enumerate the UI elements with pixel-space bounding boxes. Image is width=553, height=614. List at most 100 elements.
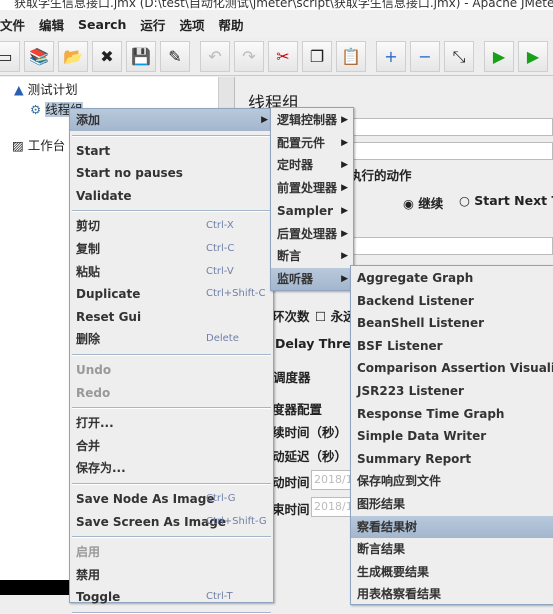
menu-item-label: 打开... [76, 416, 114, 431]
menu-item-summary-report[interactable]: Summary Report [351, 448, 553, 470]
menu-item-label: JSR223 Listener [357, 384, 464, 398]
menu-item-剪切[interactable]: 剪切 Ctrl-X [70, 215, 273, 237]
save-button[interactable]: 💾 [126, 41, 156, 72]
tree-node-test-plan[interactable]: ▲ 测试计划 [14, 79, 78, 98]
menu-item-监听器[interactable]: 监听器 ▶ [271, 267, 353, 290]
menu-item-validate[interactable]: Validate [70, 185, 273, 207]
menu-item-bsf-listener[interactable]: BSF Listener [351, 335, 553, 357]
submenu-arrow-icon: ▶ [341, 205, 348, 216]
menu-item-reset-gui[interactable]: Reset Gui [70, 306, 273, 328]
collapse-button[interactable]: − [410, 41, 440, 72]
menu-item-toggle[interactable]: Toggle Ctrl-T [70, 586, 273, 608]
tree-node-workbench[interactable]: ▨ 工作台 [12, 135, 65, 154]
menu-item-用表格察看结果[interactable]: 用表格察看结果 [351, 583, 553, 605]
menu-item-添加[interactable]: 添加 ▶ [70, 109, 273, 131]
submenu-arrow-icon: ▶ [341, 273, 348, 284]
menu-item-打开[interactable]: 打开... [70, 412, 273, 434]
start-no-pause-button[interactable]: ▶ [518, 41, 548, 72]
name-field[interactable] [353, 118, 553, 136]
submenu-arrow-icon: ▶ [341, 228, 348, 239]
menu-item-断言结果[interactable]: 断言结果 [351, 538, 553, 560]
menu-item-复制[interactable]: 复制 Ctrl-C [70, 238, 273, 260]
menu-item-redo[interactable]: Redo [70, 382, 273, 404]
copy-button[interactable]: ❐ [302, 41, 332, 72]
paste-icon: 📋 [341, 47, 361, 66]
menu-item-察看结果树[interactable]: 察看结果树 [351, 515, 553, 538]
menu-item-label: Undo [76, 363, 112, 377]
menu-item-save-screen-as-image[interactable]: Save Screen As Image Ctrl+Shift-G [70, 511, 273, 533]
menu-item-start[interactable]: Start [70, 140, 273, 162]
menu-item-粘贴[interactable]: 粘贴 Ctrl-V [70, 261, 273, 283]
radio-continue[interactable]: ◉ 继续 [403, 193, 443, 212]
menu-item-start-no-pauses[interactable]: Start no pauses [70, 162, 273, 184]
menu-编辑[interactable]: 编辑 [39, 15, 64, 34]
templates-button[interactable]: 📚 [24, 41, 54, 72]
submenu-arrow-icon: ▶ [261, 115, 268, 125]
menu-item-comparison-assertion-visualizer[interactable]: Comparison Assertion Visualizer [351, 357, 553, 379]
redo-button[interactable]: ↷ [234, 41, 264, 72]
toggle-button[interactable]: ⤡ [444, 41, 474, 72]
menu-item-label: 图形结果 [357, 497, 406, 511]
menu-item-response-time-graph[interactable]: Response Time Graph [351, 403, 553, 425]
open-button[interactable]: 📂 [58, 41, 88, 72]
menu-item-定时器[interactable]: 定时器 ▶ [271, 154, 353, 176]
scheduler-checkbox[interactable]: 调度器 [273, 367, 311, 386]
menu-帮助[interactable]: 帮助 [218, 15, 243, 34]
start-time-field[interactable]: 2018/1 [311, 470, 353, 490]
menu-item-禁用[interactable]: 禁用 [70, 564, 273, 586]
menu-item-配置元件[interactable]: 配置元件 ▶ [271, 132, 353, 154]
menu-item-label: Response Time Graph [357, 406, 505, 421]
shortcut-label: Ctrl-X [206, 220, 234, 232]
save-as-button[interactable]: ✎ [160, 41, 190, 72]
end-time-field[interactable]: 2018/1 [311, 497, 353, 517]
menu-separator [72, 134, 271, 137]
menu-separator [72, 354, 271, 356]
paste-button[interactable]: 📋 [336, 41, 366, 72]
menu-item-保存为[interactable]: 保存为... [70, 457, 273, 479]
menu-item-合并[interactable]: 合并 [70, 435, 273, 457]
radio-start-next[interactable]: ○ Start Next Thr [459, 193, 553, 208]
menu-item-生成概要结果[interactable]: 生成概要结果 [351, 561, 553, 583]
new-button[interactable]: ▭ [0, 41, 20, 72]
duration-label: 续时间（秒） [272, 425, 348, 440]
expand-button[interactable]: + [376, 41, 406, 72]
menu-item-删除[interactable]: 删除 Delete [70, 328, 273, 350]
menu-item-断言[interactable]: 断言 ▶ [271, 245, 353, 267]
menu-选项[interactable]: 选项 [179, 15, 204, 34]
menu-item-simple-data-writer[interactable]: Simple Data Writer [351, 425, 553, 447]
menu-item-图形结果[interactable]: 图形结果 [351, 493, 553, 515]
menu-item-jsr223-listener[interactable]: JSR223 Listener [351, 380, 553, 402]
menu-item-aggregate-graph[interactable]: Aggregate Graph [351, 267, 553, 289]
add-submenu: 逻辑控制器 ▶ 配置元件 ▶ 定时器 ▶ 前置处理器 ▶ Sampler ▶ 后置处理器 ▶ 断言 ▶ 监听… [270, 107, 354, 291]
menu-item-label: 前置处理器 [277, 181, 338, 196]
menu-item-backend-listener[interactable]: Backend Listener [351, 290, 553, 312]
start-button[interactable]: ▶ [484, 41, 514, 72]
toolbar: ▭ 📚 📂 ✖ 💾 ✎ ↶ ↷ ✂ ❐ 📋 + − ⤡ ▶ ▶ [0, 38, 553, 76]
menu-item-保存响应到文件[interactable]: 保存响应到文件 [351, 470, 553, 492]
menu-item-undo[interactable]: Undo [70, 359, 273, 381]
menu-item-启用[interactable]: 启用 [70, 541, 273, 563]
submenu-arrow-icon: ▶ [341, 183, 348, 194]
close-button[interactable]: ✖ [92, 41, 122, 72]
shortcut-label: Ctrl-T [206, 591, 233, 603]
menu-item-前置处理器[interactable]: 前置处理器 ▶ [271, 177, 353, 199]
menu-separator [72, 536, 271, 539]
menu-item-save-node-as-image[interactable]: Save Node As Image Ctrl-G [70, 488, 273, 510]
menu-item-beanshell-listener[interactable]: BeanShell Listener [351, 312, 553, 334]
menu-item-逻辑控制器[interactable]: 逻辑控制器 ▶ [271, 109, 353, 131]
menu-item-sampler[interactable]: Sampler ▶ [271, 200, 353, 222]
cut-button[interactable]: ✂ [268, 41, 298, 72]
context-menu: 添加 ▶ Start Start no pauses Validate 剪切 Ctrl-X 复… [69, 108, 274, 614]
comment-field[interactable] [353, 142, 553, 160]
undo-button[interactable]: ↶ [200, 41, 230, 72]
menu-item-duplicate[interactable]: Duplicate Ctrl+Shift-C [70, 283, 273, 305]
menu-item-后置处理器[interactable]: 后置处理器 ▶ [271, 223, 353, 245]
threads-field[interactable] [353, 237, 553, 255]
menu-运行[interactable]: 运行 [140, 15, 165, 34]
menu-item-label: Redo [76, 385, 111, 400]
start-icon: ▶ [492, 47, 506, 66]
menu-search[interactable]: Search [78, 17, 126, 32]
menu-文件[interactable]: 文件 [0, 15, 25, 34]
menu-item-label: 逻辑控制器 [277, 113, 338, 127]
menu-item-label: Sampler [277, 203, 334, 218]
